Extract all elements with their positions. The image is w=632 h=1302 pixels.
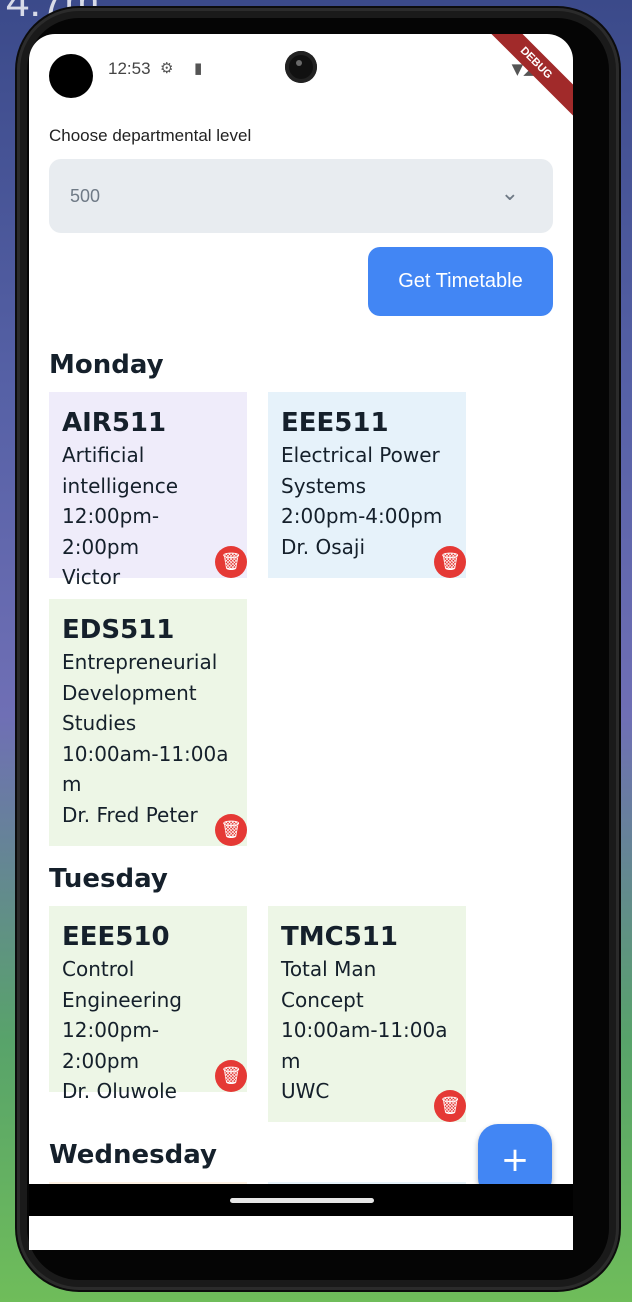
- home-handle[interactable]: [230, 1198, 374, 1203]
- course-line: Entrepreneurial: [62, 650, 218, 674]
- trash-icon[interactable]: 🗑: [215, 1060, 247, 1092]
- course-lecturer: UWC: [281, 1079, 330, 1103]
- course-line: Total Man: [281, 957, 377, 981]
- course-line: Artificial: [62, 443, 145, 467]
- course-time: 10:00am-11:00a: [281, 1018, 448, 1042]
- avatar: [49, 54, 93, 98]
- course-code: EDS511: [62, 615, 175, 645]
- course-lecturer: Dr. Fred Peter: [62, 802, 198, 827]
- course-card[interactable]: AIR511 Artificial intelligence 12:00pm-2…: [49, 392, 247, 589]
- level-label: Choose departmental level: [49, 126, 252, 145]
- course-line: Systems: [281, 473, 366, 498]
- course-code: TMC511: [281, 922, 398, 952]
- settings-icon: ⚙: [160, 59, 174, 77]
- course-card[interactable]: EEE510 Control Engineering 12:00pm-2:00p…: [49, 906, 247, 1103]
- course-time: 10:00am-11:00a: [62, 741, 229, 766]
- course-code: AIR511: [62, 408, 167, 438]
- course-card[interactable]: EDS511 Entrepreneurial Development Studi…: [49, 599, 247, 846]
- day-heading-monday: Monday: [49, 350, 164, 380]
- level-select[interactable]: 500 ⌄: [49, 159, 553, 233]
- app-screen: 12:53 ⚙ ▮ ▼◢▮ DEBUG Choose departmental …: [29, 34, 573, 1250]
- status-bar: 12:53 ⚙ ▮ ▼◢▮ DEBUG: [29, 34, 573, 124]
- course-line: Studies: [62, 711, 137, 735]
- course-lecturer: Dr. Oluwole: [62, 1079, 177, 1103]
- course-line: Electrical Power: [281, 443, 440, 467]
- course-time: 12:00pm-2:00pm: [62, 1018, 160, 1073]
- status-time: 12:53: [108, 59, 151, 78]
- navigation-bar: [29, 1184, 573, 1216]
- day-heading-tuesday: Tuesday: [49, 864, 168, 894]
- course-line: Engineering: [62, 987, 182, 1012]
- course-time: m: [62, 772, 82, 796]
- course-time: m: [281, 1048, 301, 1073]
- course-card[interactable]: TMC511 Total Man Concept 10:00am-11:00a …: [268, 906, 466, 1122]
- front-camera: [285, 51, 317, 83]
- course-code: EEE511: [281, 408, 389, 438]
- course-line: Control: [62, 957, 135, 981]
- get-timetable-button[interactable]: Get Timetable: [368, 247, 553, 316]
- level-select-value: 500: [70, 186, 101, 206]
- debug-banner: DEBUG: [475, 34, 573, 124]
- course-line: intelligence: [62, 473, 179, 498]
- trash-icon[interactable]: 🗑: [215, 546, 247, 578]
- day-heading-wednesday: Wednesday: [49, 1140, 217, 1170]
- trash-icon[interactable]: 🗑: [434, 1090, 466, 1122]
- course-line: Concept: [281, 987, 364, 1012]
- course-time: 2:00pm-4:00pm: [281, 504, 443, 528]
- chevron-down-icon: ⌄: [500, 181, 519, 206]
- course-card[interactable]: EEE511 Electrical Power Systems 2:00pm-4…: [268, 392, 466, 578]
- sd-card-icon: ▮: [194, 59, 203, 77]
- course-line: Development: [62, 680, 197, 705]
- course-code: EEE510: [62, 922, 170, 952]
- course-lecturer: Dr. Osaji: [281, 534, 366, 559]
- course-lecturer: Victor: [62, 565, 121, 589]
- trash-icon[interactable]: 🗑: [215, 814, 247, 846]
- course-time: 12:00pm-2:00pm: [62, 504, 160, 559]
- trash-icon[interactable]: 🗑: [434, 546, 466, 578]
